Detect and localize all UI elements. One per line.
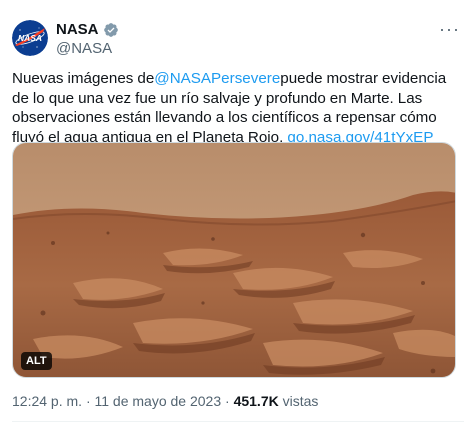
tweet-text-before: Nuevas imágenes de bbox=[12, 70, 155, 87]
nasa-avatar[interactable]: NASA bbox=[12, 20, 48, 56]
alt-text-badge[interactable]: ALT bbox=[21, 352, 52, 370]
views-count: 451.7K bbox=[233, 393, 279, 409]
author-display-name[interactable]: NASA bbox=[56, 21, 99, 39]
tweet-time[interactable]: 12:24 p. m. bbox=[12, 393, 82, 409]
views-label: vistas bbox=[282, 393, 319, 409]
avatar-text: NASA bbox=[18, 33, 42, 43]
meta-separator: · bbox=[85, 393, 91, 409]
divider bbox=[12, 421, 464, 422]
mention-link[interactable]: @NASAPersevere bbox=[154, 70, 280, 87]
mars-landscape-image bbox=[13, 143, 455, 377]
tweet-date[interactable]: 11 de mayo de 2023 bbox=[95, 393, 222, 409]
tweet-meta: 12:24 p. m. · 11 de mayo de 2023 · 451.7… bbox=[12, 393, 318, 409]
nasa-logo-icon: NASA bbox=[12, 20, 48, 56]
meta-separator-2: · bbox=[225, 393, 230, 409]
tweet-text: Nuevas imágenes de@NASAPerseverepuede mo… bbox=[12, 69, 464, 147]
author-handle[interactable]: @NASA bbox=[56, 40, 112, 58]
tweet-image[interactable] bbox=[12, 142, 456, 378]
verified-badge-icon bbox=[103, 23, 118, 37]
more-options-icon[interactable]: ··· bbox=[439, 20, 460, 38]
tweet-card: NASA NASA @NASA ··· Nuevas imágenes de@N… bbox=[0, 0, 474, 433]
author-name-row[interactable]: NASA bbox=[56, 21, 119, 39]
